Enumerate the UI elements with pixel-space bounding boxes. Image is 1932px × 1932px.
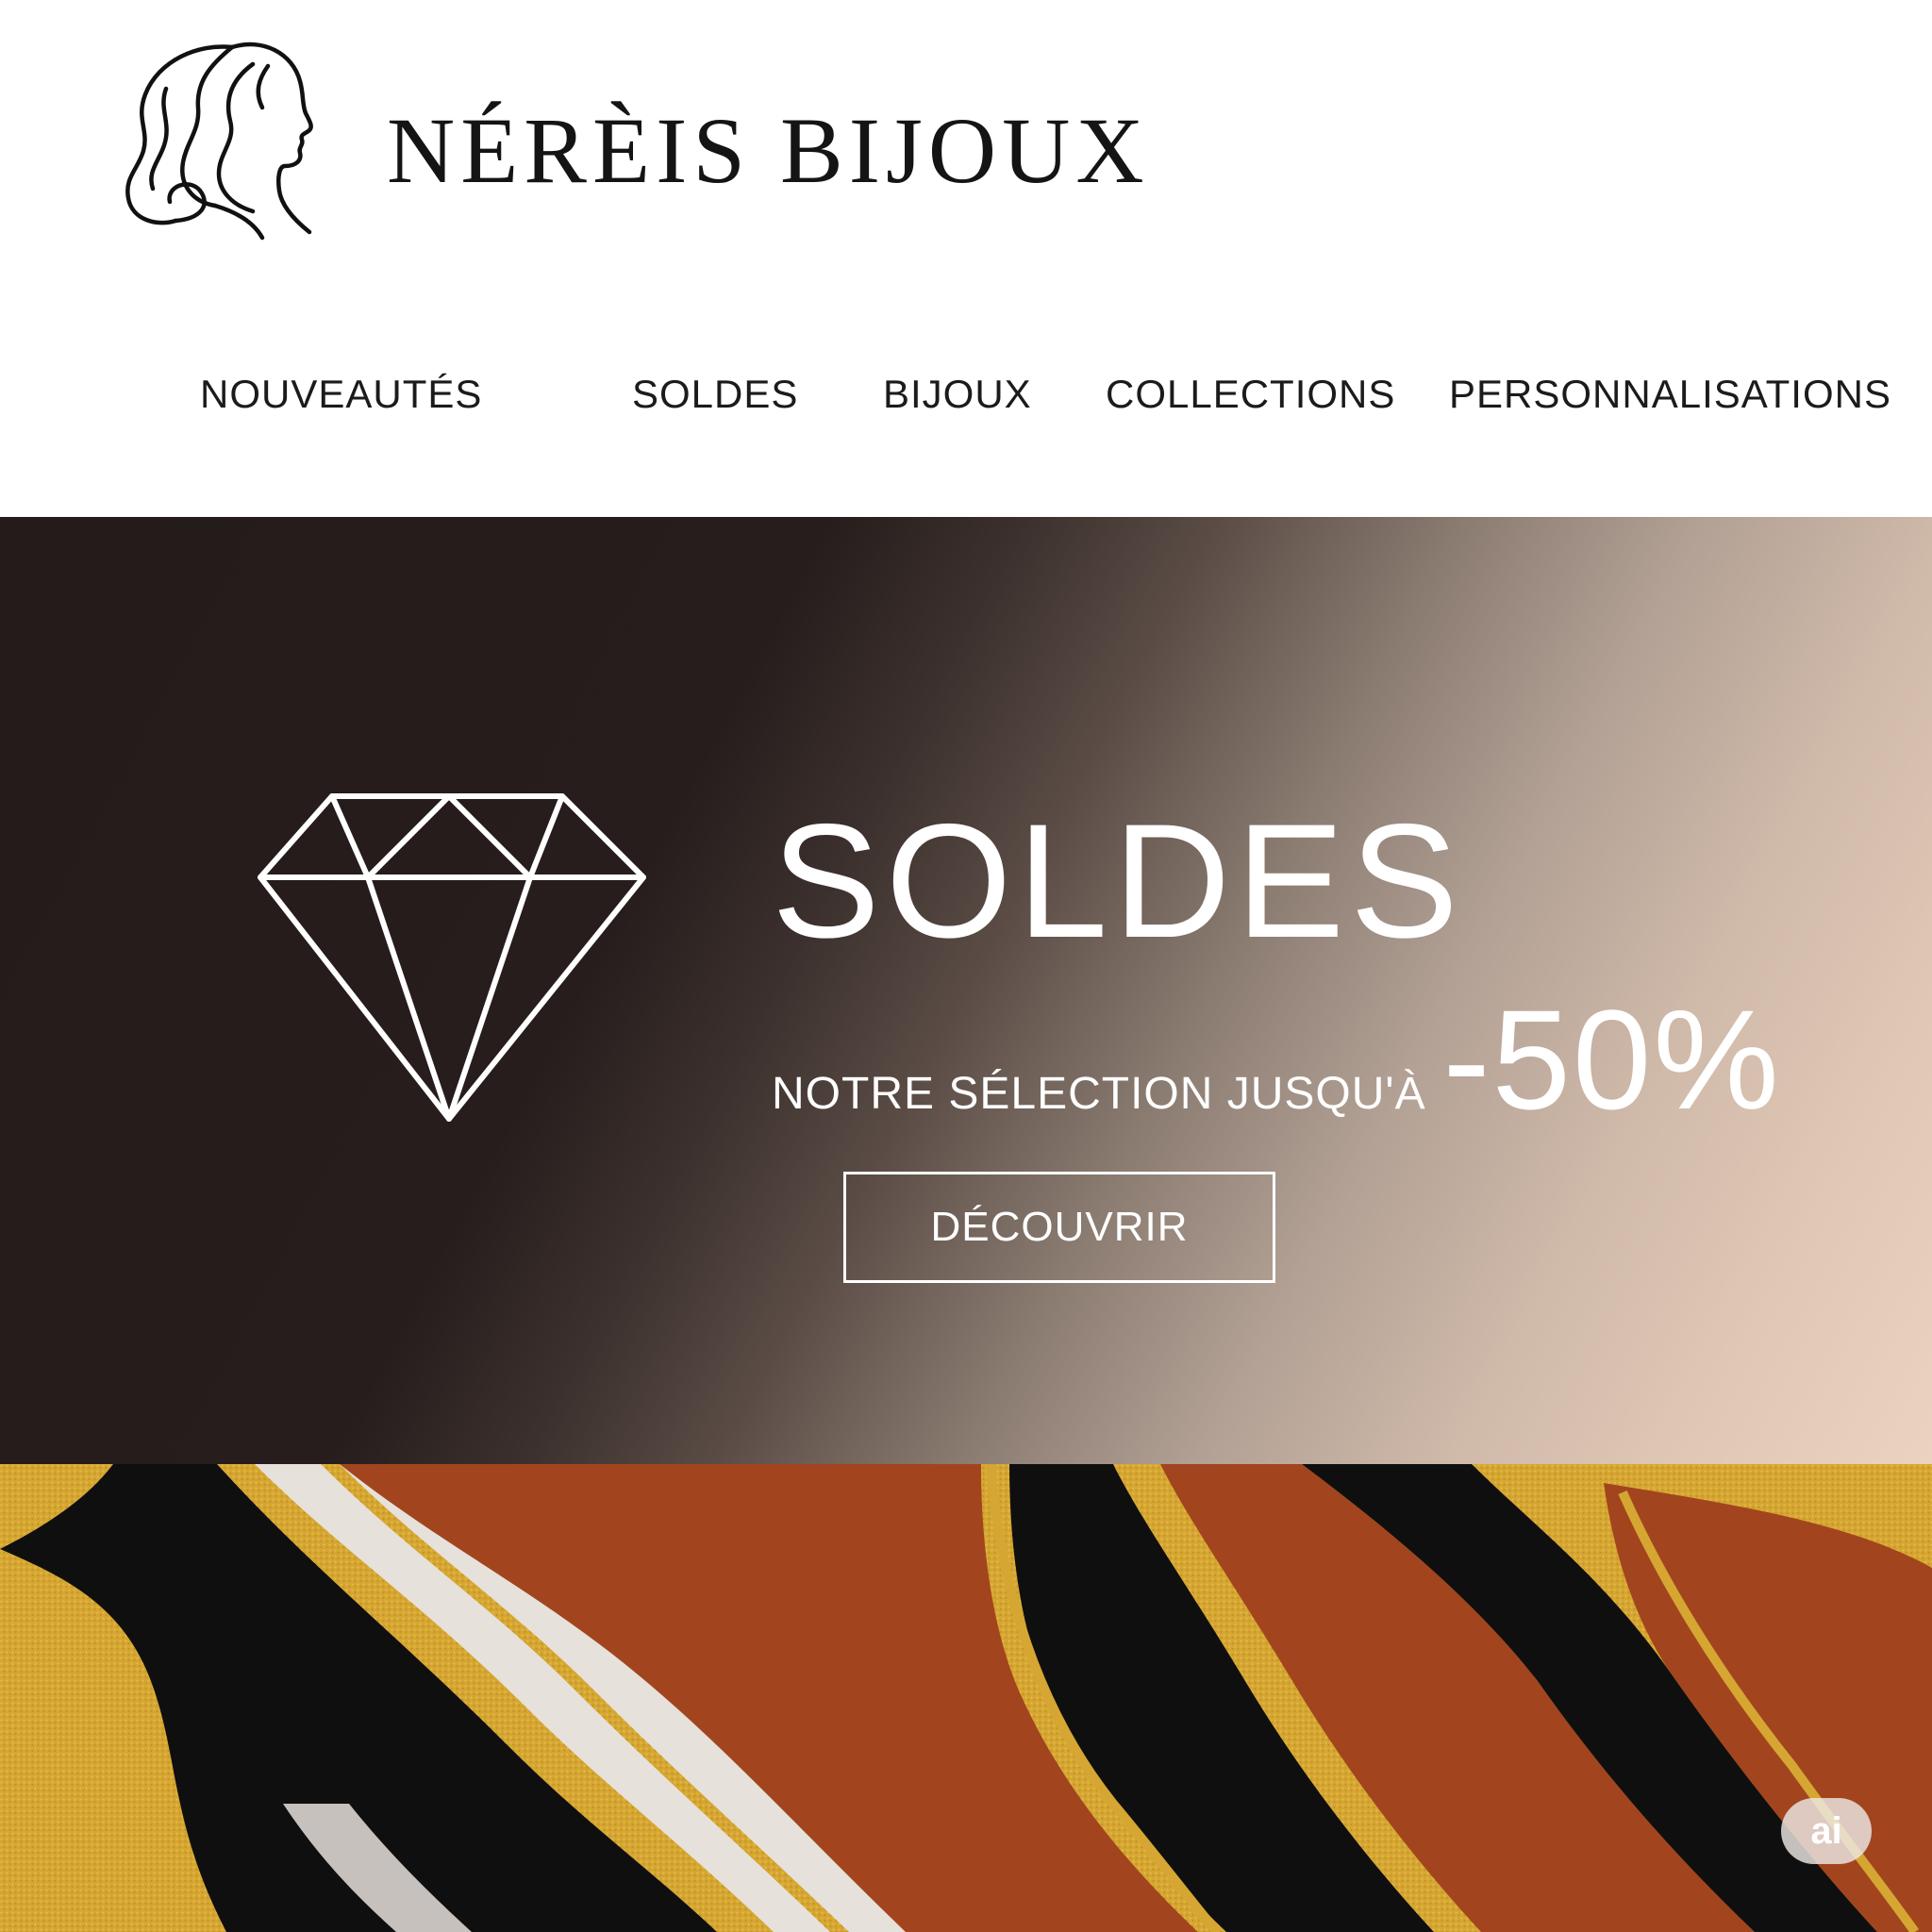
diamond-icon — [258, 793, 646, 1122]
woman-profile-icon[interactable] — [121, 36, 328, 245]
hero-subtitle-text: NOTRE SÉLECTION JUSQU'À — [772, 1069, 1426, 1119]
ai-badge: ai — [1781, 1798, 1872, 1864]
site-header: NÉRÈIS BIJOUX NOUVEAUTÉS SOLDES BIJOUX C… — [0, 0, 1932, 517]
nav-item-bijoux[interactable]: BIJOUX — [883, 366, 1032, 423]
hero-title: SOLDES — [772, 791, 1464, 972]
nav-item-collections[interactable]: COLLECTIONS — [1106, 366, 1395, 423]
nav-item-nouveautes[interactable]: NOUVEAUTÉS — [200, 366, 482, 423]
hero-subtitle: NOTRE SÉLECTION JUSQU'À -50% — [772, 989, 1781, 1130]
sale-hero-banner: SOLDES NOTRE SÉLECTION JUSQU'À -50% DÉCO… — [0, 517, 1932, 1464]
nav-item-soldes[interactable]: SOLDES — [632, 366, 798, 423]
main-nav: NOUVEAUTÉS SOLDES BIJOUX COLLECTIONS PER… — [0, 366, 1932, 423]
discover-button[interactable]: DÉCOUVRIR — [843, 1172, 1275, 1283]
nav-item-personnalisations[interactable]: PERSONNALISATIONS — [1449, 366, 1891, 423]
decorative-wave-pattern — [0, 1464, 1932, 1932]
brand-name[interactable]: NÉRÈIS BIJOUX — [387, 104, 1150, 198]
discount-value: -50% — [1442, 980, 1781, 1139]
